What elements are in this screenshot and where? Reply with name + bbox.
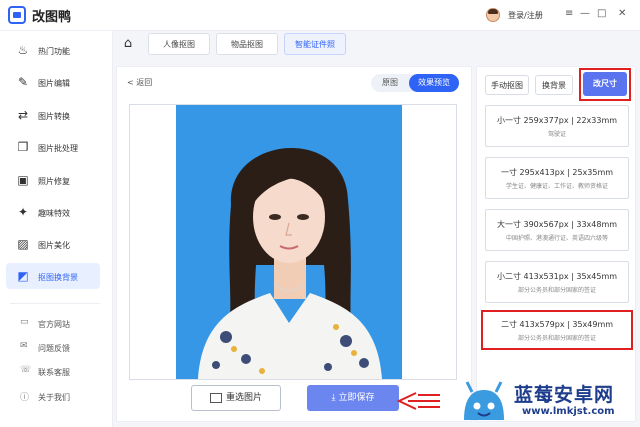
avatar[interactable]: [486, 8, 500, 22]
sidebar-item-convert[interactable]: ⇄ 图片转换: [6, 102, 100, 128]
id-photo-preview: [176, 105, 402, 379]
image-canvas: [129, 104, 457, 380]
close-icon[interactable]: ✕: [618, 8, 626, 20]
sidebar-link-label: 问题反馈: [38, 344, 70, 353]
app-title: 改图鸭: [32, 10, 72, 25]
size-title: 二寸 413x579px | 35x49mm: [500, 320, 614, 329]
toggle-preview[interactable]: 效果预览: [409, 74, 459, 92]
android-mascot-icon: [464, 381, 504, 420]
change-background-button[interactable]: 换背景: [535, 75, 573, 95]
sidebar-link-website[interactable]: ▭ 官方网站: [6, 313, 100, 333]
repair-icon: ▣: [17, 173, 29, 187]
info-icon: ⓘ: [20, 393, 30, 403]
sidebar-link-label: 关于我们: [38, 393, 70, 402]
watermark: 蓝莓安卓网 www.lmkjst.com: [456, 376, 640, 427]
tab-id-photo[interactable]: 智能证件照: [284, 33, 346, 55]
size-option[interactable]: 小二寸 413x531px | 35x45mm 部分公务员和部分国家的签证: [485, 261, 629, 303]
save-button[interactable]: ⤓ 立即保存: [307, 385, 399, 411]
back-button[interactable]: < 返回: [127, 77, 152, 88]
beautify-icon: ▨: [17, 237, 29, 251]
title-bar: 改图鸭 登录/注册 ≡ — □ ✕: [0, 0, 640, 31]
tab-object-cutout[interactable]: 物品抠图: [216, 33, 278, 55]
sidebar-item-image-edit[interactable]: ✎ 图片编辑: [6, 69, 100, 95]
size-option[interactable]: 一寸 295x413px | 25x35mm 学生证、健康证、工作证、教师资格证: [485, 157, 629, 199]
sparkle-icon: ✦: [17, 205, 29, 219]
view-toggle: 原图 效果预览: [371, 74, 459, 92]
cutout-icon: ◩: [17, 269, 29, 283]
sidebar-link-label: 官方网站: [38, 320, 70, 329]
batch-icon: ❐: [17, 140, 29, 154]
size-desc: 部分公务员和部分国家的签证: [517, 287, 596, 294]
sidebar-link-feedback[interactable]: ✉ 问题反馈: [6, 337, 100, 357]
login-link[interactable]: 登录/注册: [508, 10, 543, 21]
menu-icon[interactable]: ≡: [565, 8, 573, 20]
toggle-original[interactable]: 原图: [375, 74, 405, 92]
sidebar-item-label: 趣味特效: [38, 209, 70, 218]
resize-button[interactable]: 改尺寸: [583, 72, 627, 96]
chevron-left-icon: <: [127, 78, 134, 87]
sidebar-link-support[interactable]: ☏ 联系客服: [6, 361, 100, 381]
size-title: 小一寸 259x377px | 22x33mm: [496, 116, 618, 125]
watermark-url: www.lmkjst.com: [522, 406, 615, 417]
red-arrow-annotation: [396, 392, 440, 410]
sidebar-item-label: 图片编辑: [38, 79, 70, 88]
size-title: 小二寸 413x531px | 35x45mm: [496, 272, 618, 281]
size-option-selected[interactable]: 二寸 413x579px | 35x49mm 部分公务员和部分国家的签证: [485, 313, 629, 347]
size-option[interactable]: 小一寸 259x377px | 22x33mm 驾驶证: [485, 105, 629, 147]
preview-panel: < 返回 原图 效果预览 重选图片 ⤓ 立即保存: [116, 66, 472, 422]
divider: [10, 303, 100, 304]
support-icon: ☏: [20, 365, 32, 375]
watermark-title: 蓝莓安卓网: [514, 384, 615, 406]
portrait-illustration: [198, 147, 382, 379]
save-label: 立即保存: [338, 393, 375, 403]
sidebar-item-label: 抠图换背景: [38, 273, 78, 282]
back-label: 返回: [136, 78, 153, 87]
reselect-label: 重选图片: [225, 393, 262, 403]
image-edit-icon: ✎: [17, 75, 29, 89]
sidebar-item-batch[interactable]: ❐ 图片批处理: [6, 134, 100, 160]
maximize-icon[interactable]: □: [597, 8, 606, 20]
manual-cutout-button[interactable]: 手动抠图: [485, 75, 529, 95]
sidebar-item-repair[interactable]: ▣ 照片修复: [6, 167, 100, 193]
sidebar-item-cutout[interactable]: ◩ 抠图换背景: [6, 263, 100, 289]
app-logo-icon: [8, 6, 26, 24]
feedback-icon: ✉: [20, 341, 28, 351]
home-icon[interactable]: ⌂: [120, 36, 136, 52]
reselect-image-button[interactable]: 重选图片: [191, 385, 281, 411]
minimize-icon[interactable]: —: [580, 8, 590, 20]
flame-icon: ♨: [17, 43, 29, 57]
website-icon: ▭: [20, 317, 29, 327]
size-option[interactable]: 大一寸 390x567px | 33x48mm 中国护照、港澳通行证、英语四六级…: [485, 209, 629, 251]
sidebar-item-label: 图片美化: [38, 241, 70, 250]
size-desc: 学生证、健康证、工作证、教师资格证: [505, 183, 608, 190]
image-icon: [209, 392, 222, 403]
sidebar-item-label: 图片转换: [38, 112, 70, 121]
size-title: 一寸 295x413px | 25x35mm: [500, 168, 614, 177]
sidebar-item-hot[interactable]: ♨ 热门功能: [6, 37, 100, 63]
sidebar-item-label: 照片修复: [38, 177, 70, 186]
tab-portrait-cutout[interactable]: 人像抠图: [148, 33, 210, 55]
download-icon: ⤓: [331, 393, 336, 403]
sidebar-link-about[interactable]: ⓘ 关于我们: [6, 386, 100, 406]
sidebar-link-label: 联系客服: [38, 368, 70, 377]
convert-icon: ⇄: [17, 108, 29, 122]
size-desc: 中国护照、港澳通行证、英语四六级等: [505, 235, 608, 242]
sidebar-item-label: 图片批处理: [38, 144, 78, 153]
size-desc: 部分公务员和部分国家的签证: [517, 335, 596, 342]
sidebar-item-beautify[interactable]: ▨ 图片美化: [6, 231, 100, 257]
sidebar: ♨ 热门功能 ✎ 图片编辑 ⇄ 图片转换 ❐ 图片批处理 ▣ 照片修复 ✦ 趣味…: [0, 31, 113, 427]
options-panel: 手动抠图 换背景 改尺寸 小一寸 259x377px | 22x33mm 驾驶证…: [476, 66, 636, 422]
size-desc: 驾驶证: [547, 131, 566, 138]
sidebar-item-label: 热门功能: [38, 47, 70, 56]
sidebar-item-effects[interactable]: ✦ 趣味特效: [6, 199, 100, 225]
size-title: 大一寸 390x567px | 33x48mm: [496, 220, 618, 229]
